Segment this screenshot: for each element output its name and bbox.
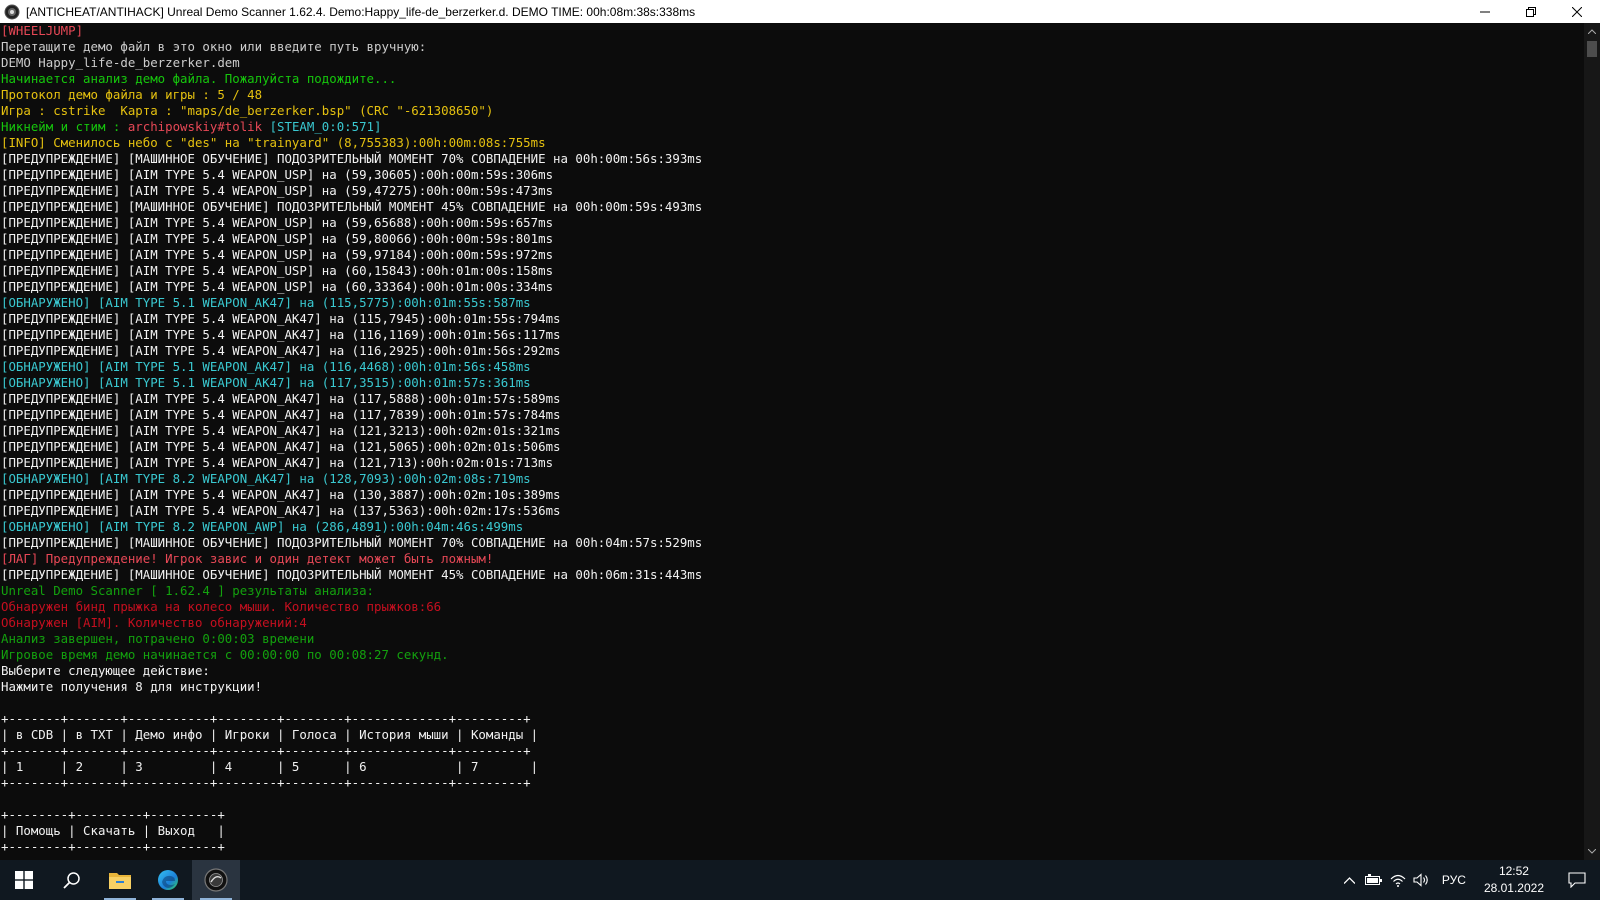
tray-overflow-chevron-icon[interactable] <box>1338 860 1362 900</box>
console-line: +-------+-------+-----------+--------+--… <box>1 775 531 790</box>
console-line: [ОБНАРУЖЕНО] [AIM TYPE 5.1 WEAPON_AK47] … <box>1 359 531 374</box>
console-line: [ПРЕДУПРЕЖДЕНИЕ] [AIM TYPE 5.4 WEAPON_AK… <box>1 391 561 406</box>
file-explorer-icon <box>109 873 131 889</box>
taskbar-file-explorer[interactable] <box>96 860 144 900</box>
console-line: [INFO] Сменилось небо с "des" на "trainy… <box>1 135 546 150</box>
restore-button[interactable] <box>1508 0 1554 23</box>
console-line: [ПРЕДУПРЕЖДЕНИЕ] [AIM TYPE 5.4 WEAPON_AK… <box>1 455 554 470</box>
console-line: +--------+---------+---------+ <box>1 839 225 854</box>
console-line: [ПРЕДУПРЕЖДЕНИЕ] [AIM TYPE 5.4 WEAPON_AK… <box>1 439 561 454</box>
console-line: +--------+---------+---------+ <box>1 807 225 822</box>
console-line: | Помощь | Скачать | Выход | <box>1 823 225 838</box>
console-line: [WHEELJUMP] <box>1 23 84 38</box>
clock-date: 28.01.2022 <box>1483 881 1544 895</box>
console-line: [ПРЕДУПРЕЖДЕНИЕ] [МАШИННОЕ ОБУЧЕНИЕ] ПОД… <box>1 567 703 582</box>
window-title: [ANTICHEAT/ANTIHACK] Unreal Demo Scanner… <box>26 4 696 19</box>
window-title-bar[interactable]: [ANTICHEAT/ANTIHACK] Unreal Demo Scanner… <box>0 0 1600 23</box>
edge-browser-icon <box>158 870 178 890</box>
console-line: [ПРЕДУПРЕЖДЕНИЕ] [AIM TYPE 5.4 WEAPON_US… <box>1 263 554 278</box>
console-line: Протокол демо файла и игры : 5 / 48 <box>1 87 263 102</box>
console-line: [ПРЕДУПРЕЖДЕНИЕ] [AIM TYPE 5.4 WEAPON_AK… <box>1 311 561 326</box>
console-line: Unreal Demo Scanner [ 1.62.4 ] результат… <box>1 583 374 598</box>
console-line: +-------+-------+-----------+--------+--… <box>1 711 531 726</box>
console-line: [ПРЕДУПРЕЖДЕНИЕ] [AIM TYPE 5.4 WEAPON_AK… <box>1 503 561 518</box>
keyboard-language-indicator[interactable]: РУС <box>1434 873 1474 887</box>
console-line: DEMO Happy_life-de_berzerker.dem <box>1 55 240 70</box>
console-line: [ОБНАРУЖЕНО] [AIM TYPE 8.2 WEAPON_AWP] н… <box>1 519 524 534</box>
taskbar-clock[interactable]: 12:52 28.01.2022 <box>1474 863 1554 897</box>
search-icon <box>63 872 80 889</box>
console-line: [ПРЕДУПРЕЖДЕНИЕ] [AIM TYPE 5.4 WEAPON_US… <box>1 279 554 294</box>
console-line: Анализ завершен, потрачено 0:00:03 време… <box>1 631 315 646</box>
console-line: +-------+-------+-----------+--------+--… <box>1 743 531 758</box>
search-button[interactable] <box>48 860 96 900</box>
scrollbar-thumb[interactable] <box>1587 41 1597 57</box>
scroll-down-arrow-icon[interactable] <box>1584 843 1600 860</box>
console-line: Обнаружен [AIM]. Количество обнаружений:… <box>1 615 307 630</box>
console-line: [ПРЕДУПРЕЖДЕНИЕ] [AIM TYPE 5.4 WEAPON_US… <box>1 167 554 182</box>
console-line: | в CDB | в TXT | Демо инфо | Игроки | Г… <box>1 727 539 742</box>
console-line: | 1 | 2 | 3 | 4 | 5 | 6 | 7 | <box>1 759 539 774</box>
action-center-button[interactable] <box>1554 860 1600 900</box>
windows-start-icon <box>15 871 33 889</box>
console-line: [ЛАГ] Предупреждение! Игрок завис и один… <box>1 551 494 566</box>
console-line-segment: [STEAM_0:0:571] <box>269 119 382 134</box>
close-icon <box>1572 6 1582 17</box>
console-line: [ПРЕДУПРЕЖДЕНИЕ] [AIM TYPE 5.4 WEAPON_AK… <box>1 423 561 438</box>
console-line-segment: archipowskiy#tolik <box>127 119 270 134</box>
console-line: Перетащите демо файл в это окно или введ… <box>1 39 427 54</box>
system-tray: РУС 12:52 28.01.2022 <box>1338 860 1600 900</box>
taskbar: РУС 12:52 28.01.2022 <box>0 860 1600 900</box>
console-line: Начинается анализ демо файла. Пожалуйста… <box>1 71 397 86</box>
console-line: [ПРЕДУПРЕЖДЕНИЕ] [AIM TYPE 5.4 WEAPON_AK… <box>1 487 561 502</box>
console-output[interactable]: [WHEELJUMP] Перетащите демо файл в это ок… <box>0 23 1584 860</box>
notification-icon <box>1568 872 1586 888</box>
console-line: Выберите следующее действие: <box>1 663 210 678</box>
console-line: [ОБНАРУЖЕНО] [AIM TYPE 5.1 WEAPON_AK47] … <box>1 295 531 310</box>
console-line: [ПРЕДУПРЕЖДЕНИЕ] [AIM TYPE 5.4 WEAPON_AK… <box>1 343 561 358</box>
console-line: Никнейм и стим : archipowskiy#tolik [STE… <box>0 119 1584 135</box>
console-line: Обнаружен бинд прыжка на колесо мыши. Ко… <box>1 599 442 614</box>
demo-scanner-app-icon <box>204 868 228 892</box>
console-line: Нажмите получения 8 для инструкции! <box>1 679 263 694</box>
console-line: [ПРЕДУПРЕЖДЕНИЕ] [AIM TYPE 5.4 WEAPON_US… <box>1 215 554 230</box>
console-line: [ПРЕДУПРЕЖДЕНИЕ] [AIM TYPE 5.4 WEAPON_AK… <box>1 327 561 342</box>
console-line: [ОБНАРУЖЕНО] [AIM TYPE 8.2 WEAPON_AK47] … <box>1 471 531 486</box>
volume-speaker-icon[interactable] <box>1410 860 1434 900</box>
taskbar-demo-scanner[interactable] <box>192 860 240 900</box>
taskbar-edge[interactable] <box>144 860 192 900</box>
scroll-up-arrow-icon[interactable] <box>1584 23 1600 40</box>
console-line: [ПРЕДУПРЕЖДЕНИЕ] [AIM TYPE 5.4 WEAPON_AK… <box>1 407 561 422</box>
minimize-button[interactable] <box>1462 0 1508 23</box>
console-line: [ПРЕДУПРЕЖДЕНИЕ] [AIM TYPE 5.4 WEAPON_US… <box>1 247 554 262</box>
console-line: Игра : cstrike Карта : "maps/de_berzerke… <box>1 103 494 118</box>
console-line: [ПРЕДУПРЕЖДЕНИЕ] [AIM TYPE 5.4 WEAPON_US… <box>1 231 554 246</box>
app-icon <box>4 4 20 19</box>
console-line: [ПРЕДУПРЕЖДЕНИЕ] [МАШИННОЕ ОБУЧЕНИЕ] ПОД… <box>1 199 703 214</box>
console-line: [ОБНАРУЖЕНО] [AIM TYPE 5.1 WEAPON_AK47] … <box>1 375 531 390</box>
close-button[interactable] <box>1554 0 1600 23</box>
restore-icon <box>1526 6 1536 17</box>
network-wifi-icon[interactable] <box>1386 860 1410 900</box>
start-button[interactable] <box>0 860 48 900</box>
battery-icon[interactable] <box>1362 860 1386 900</box>
clock-time: 12:52 <box>1498 864 1529 878</box>
console-line-segment: Никнейм и стим : <box>1 119 128 134</box>
console-line: [ПРЕДУПРЕЖДЕНИЕ] [МАШИННОЕ ОБУЧЕНИЕ] ПОД… <box>1 151 703 166</box>
console-line: Игровое время демо начинается с 00:00:00… <box>1 647 449 662</box>
vertical-scrollbar[interactable] <box>1584 23 1600 860</box>
console-line: [ПРЕДУПРЕЖДЕНИЕ] [AIM TYPE 5.4 WEAPON_US… <box>1 183 554 198</box>
minimize-icon <box>1480 11 1490 12</box>
console-line: [ПРЕДУПРЕЖДЕНИЕ] [МАШИННОЕ ОБУЧЕНИЕ] ПОД… <box>1 535 703 550</box>
